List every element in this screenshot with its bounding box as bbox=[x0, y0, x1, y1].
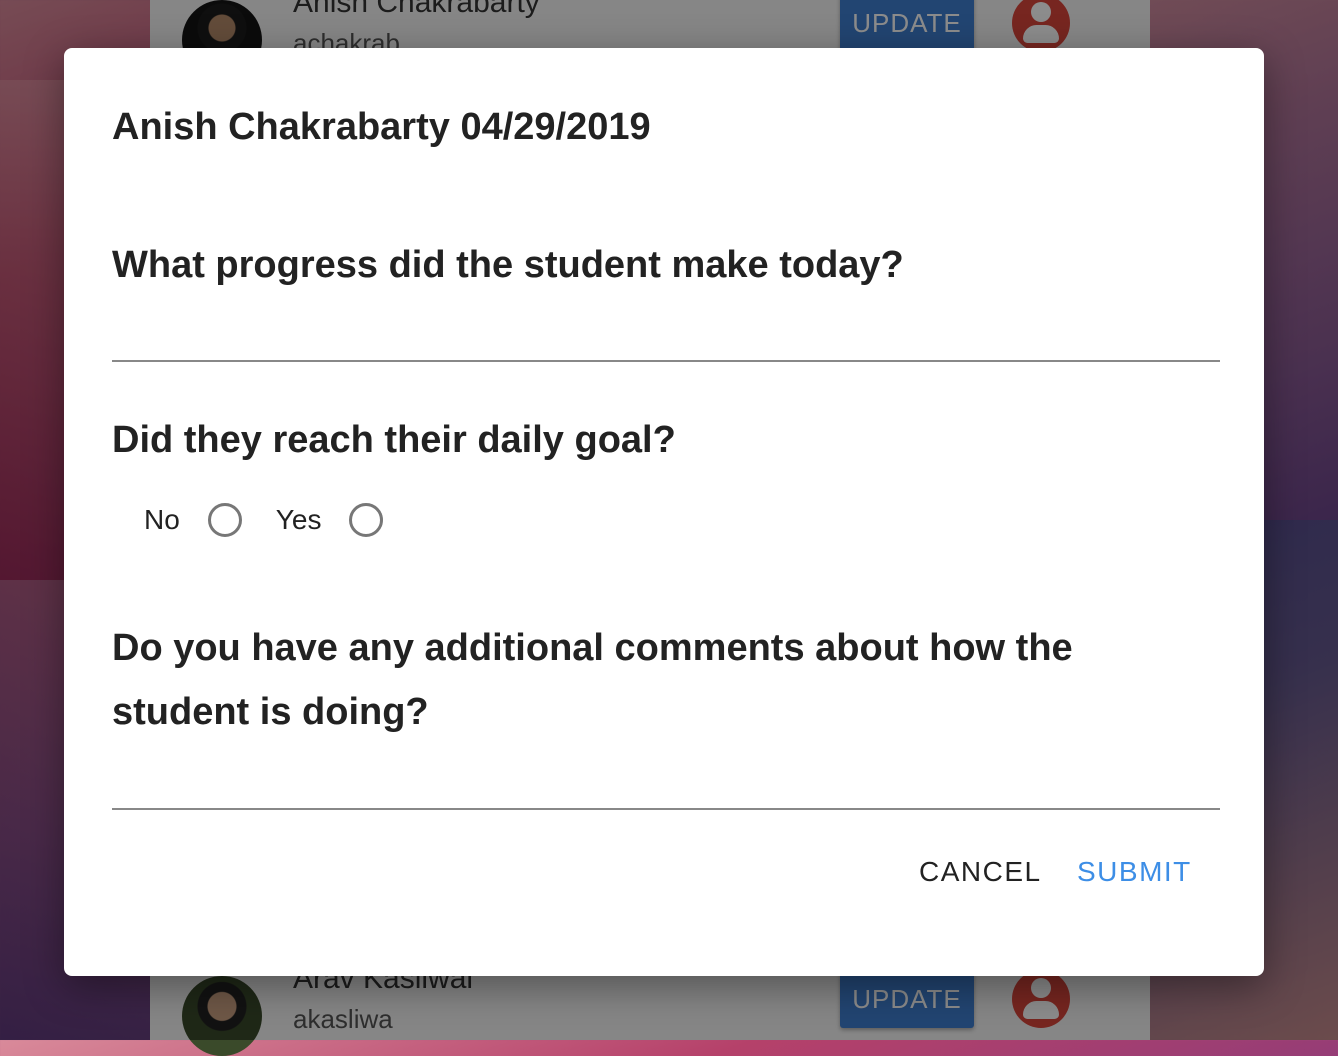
cancel-button[interactable]: CANCEL bbox=[919, 856, 1042, 888]
radio-no[interactable] bbox=[207, 503, 242, 537]
radio-no-label: No bbox=[144, 504, 180, 535]
progress-question-label: What progress did the student make today… bbox=[112, 244, 904, 286]
progress-report-dialog: Anish Chakrabarty 04/29/2019 What progre… bbox=[64, 48, 1264, 976]
radio-yes[interactable] bbox=[349, 503, 384, 537]
daily-goal-radio-group: No Yes bbox=[144, 500, 384, 540]
comments-input[interactable] bbox=[112, 766, 1220, 810]
dialog-title: Anish Chakrabarty 04/29/2019 bbox=[112, 106, 651, 148]
radio-yes-label: Yes bbox=[275, 504, 322, 535]
comments-question-label: Do you have any additional comments abou… bbox=[112, 627, 1073, 733]
daily-goal-question-label: Did they reach their daily goal? bbox=[112, 419, 676, 461]
progress-input[interactable] bbox=[112, 318, 1220, 362]
submit-button[interactable]: SUBMIT bbox=[1077, 856, 1192, 888]
